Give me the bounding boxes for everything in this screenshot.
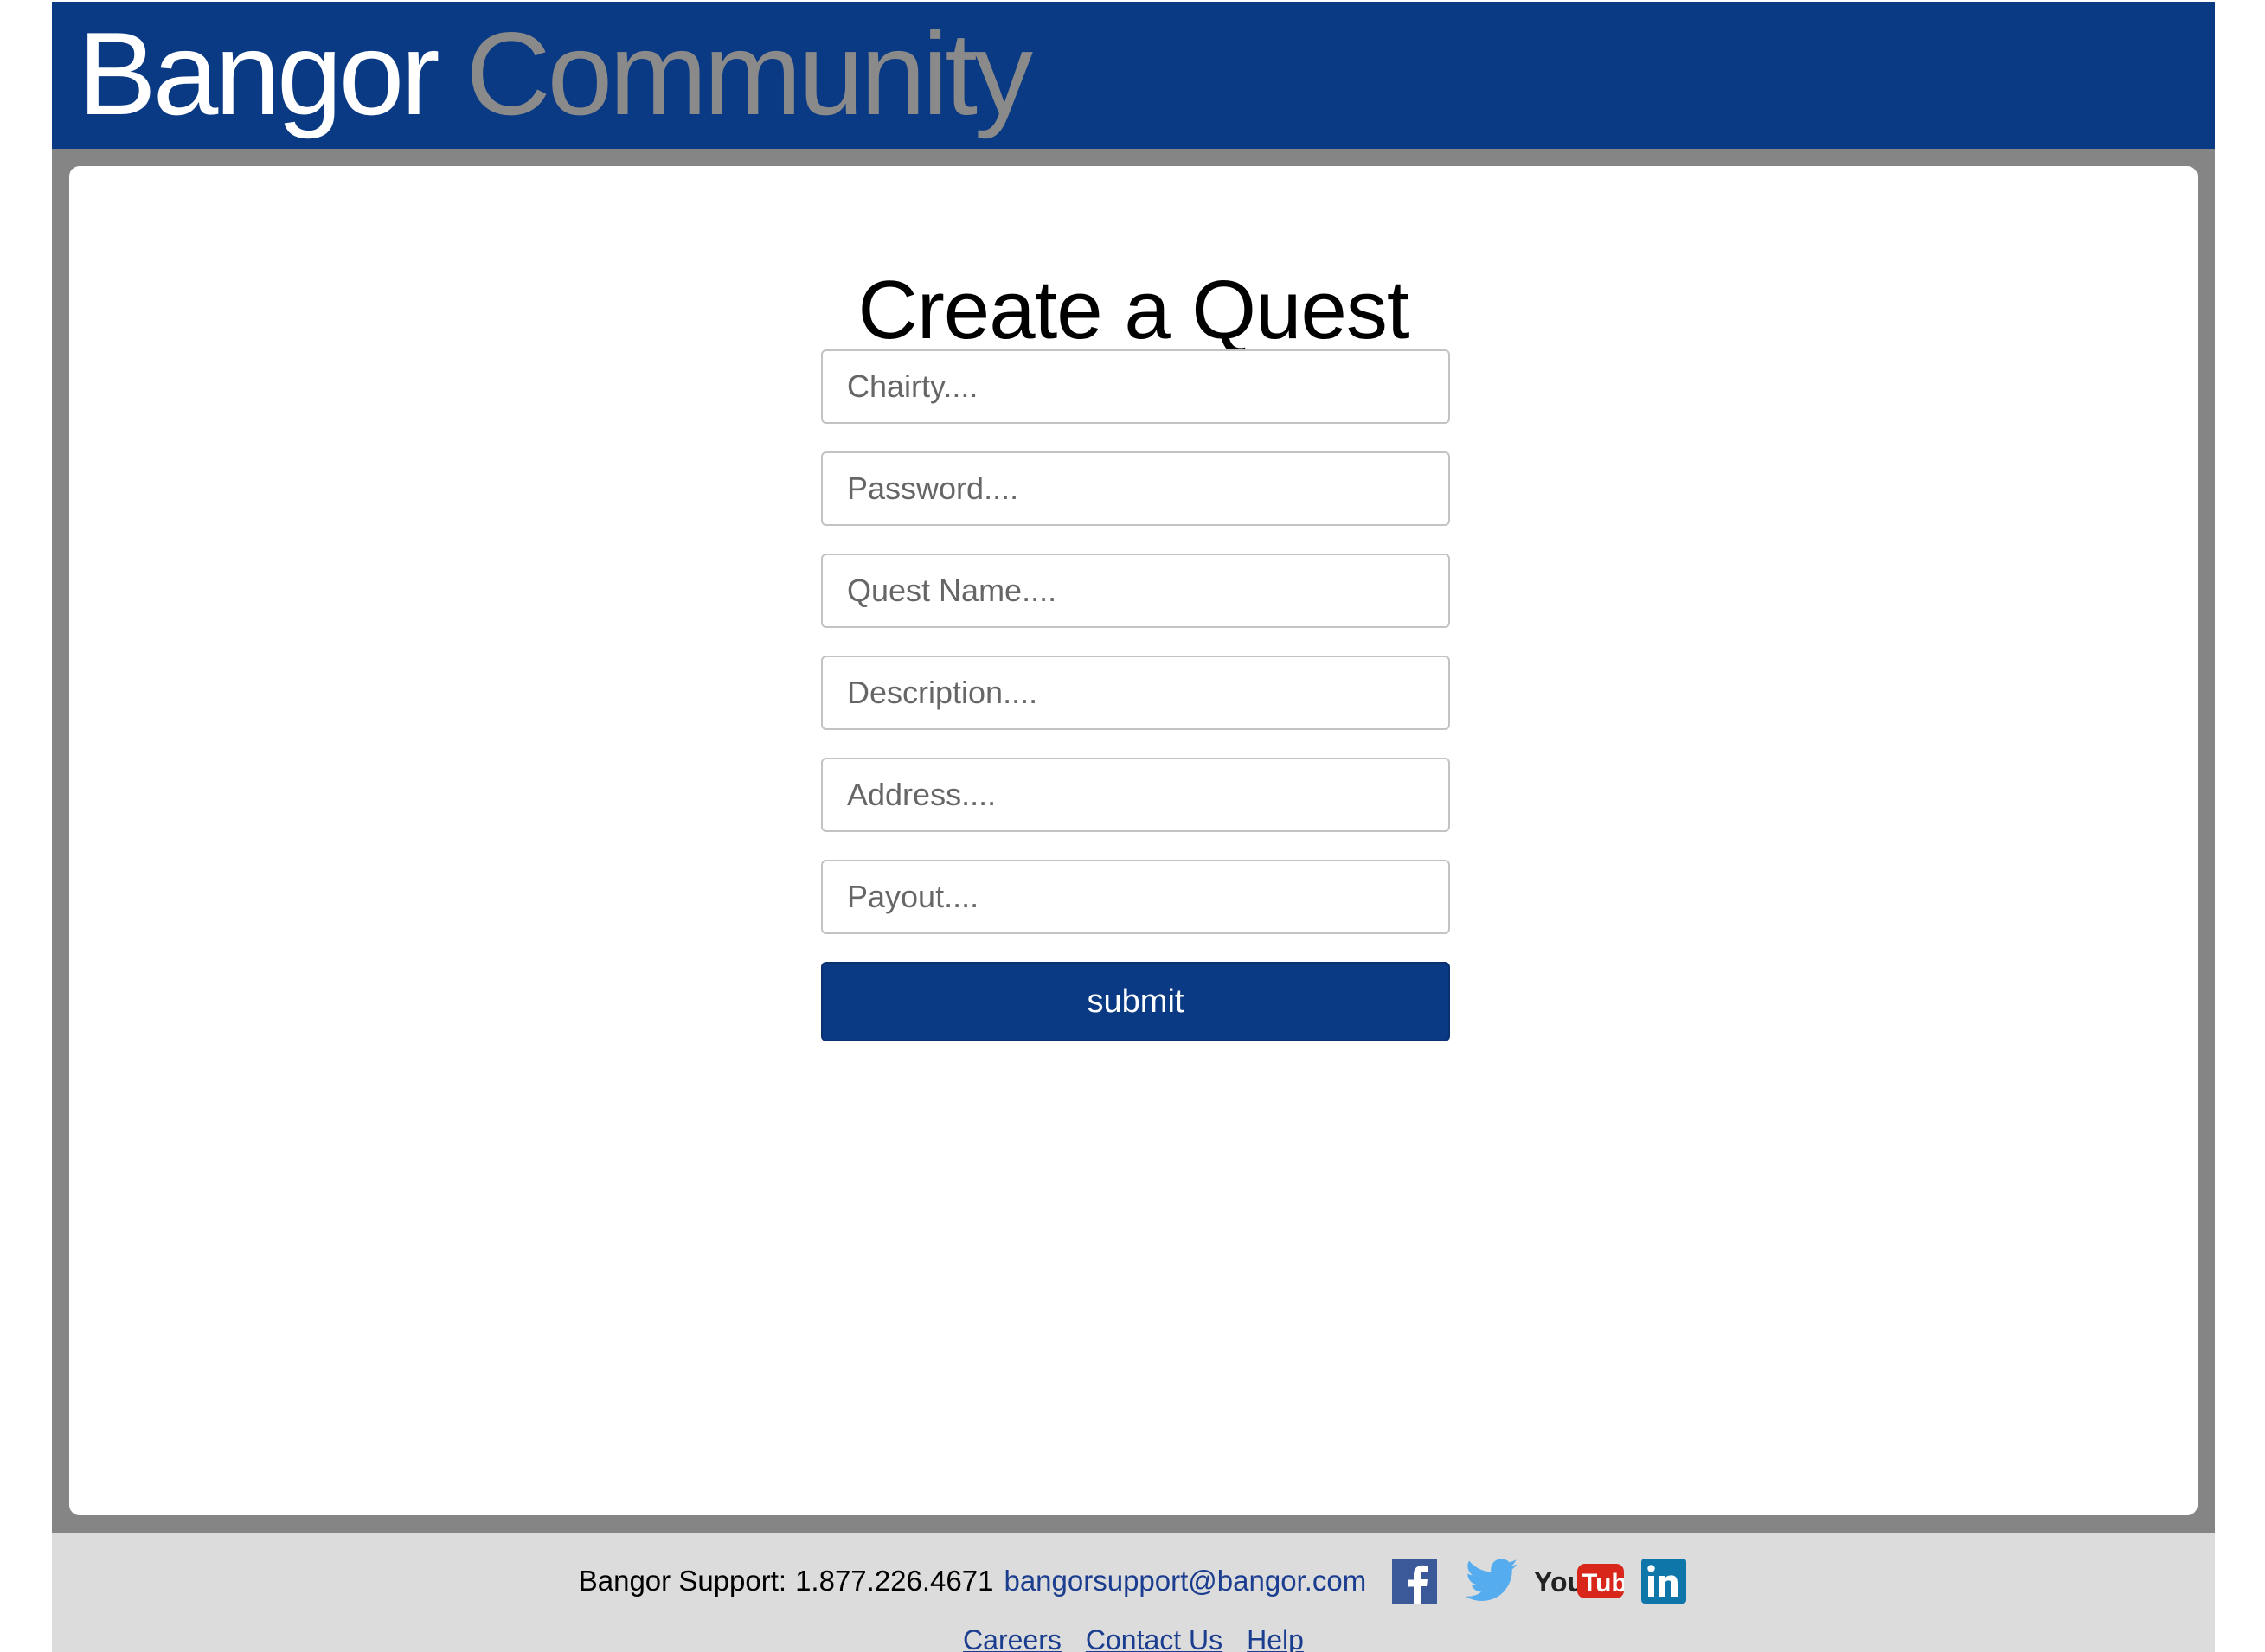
site-footer: Bangor Support: 1.877.226.4671 bangorsup…: [52, 1533, 2215, 1652]
brand-primary: Bangor: [78, 8, 440, 139]
payout-field[interactable]: [821, 860, 1450, 934]
support-row: Bangor Support: 1.877.226.4671 bangorsup…: [52, 1550, 2215, 1612]
description-field[interactable]: [821, 656, 1450, 730]
content-card: Create a Quest submit: [69, 166, 2198, 1515]
password-field[interactable]: [821, 451, 1450, 526]
charity-field[interactable]: [821, 349, 1450, 424]
address-field[interactable]: [821, 758, 1450, 832]
svg-text:You: You: [1534, 1566, 1584, 1598]
help-link[interactable]: Help: [1247, 1624, 1304, 1652]
submit-button[interactable]: submit: [821, 962, 1450, 1041]
site-logo[interactable]: Bangor Community: [78, 8, 1033, 139]
linkedin-icon[interactable]: [1639, 1559, 1688, 1604]
youtube-icon[interactable]: You Tube: [1534, 1560, 1625, 1602]
create-quest-form: submit: [821, 349, 1450, 1041]
support-label: Bangor Support:: [578, 1565, 787, 1597]
facebook-icon[interactable]: [1392, 1559, 1438, 1604]
content-band: Create a Quest submit: [52, 149, 2215, 1533]
careers-link[interactable]: Careers: [963, 1624, 1062, 1652]
site-header: Bangor Community: [52, 2, 2215, 149]
contact-us-link[interactable]: Contact Us: [1086, 1624, 1222, 1652]
svg-text:Tube: Tube: [1582, 1569, 1624, 1598]
page-frame: Bangor Community Create a Quest submit B…: [52, 0, 2215, 1652]
twitter-icon[interactable]: [1465, 1559, 1518, 1604]
support-phone: 1.877.226.4671: [795, 1565, 994, 1597]
brand-secondary: Community: [465, 8, 1033, 139]
page-title: Create a Quest: [857, 264, 1410, 356]
support-email-link[interactable]: bangorsupport@bangor.com: [1004, 1565, 1366, 1598]
quest-name-field[interactable]: [821, 554, 1450, 628]
footer-links: Careers Contact Us Help: [52, 1624, 2215, 1652]
